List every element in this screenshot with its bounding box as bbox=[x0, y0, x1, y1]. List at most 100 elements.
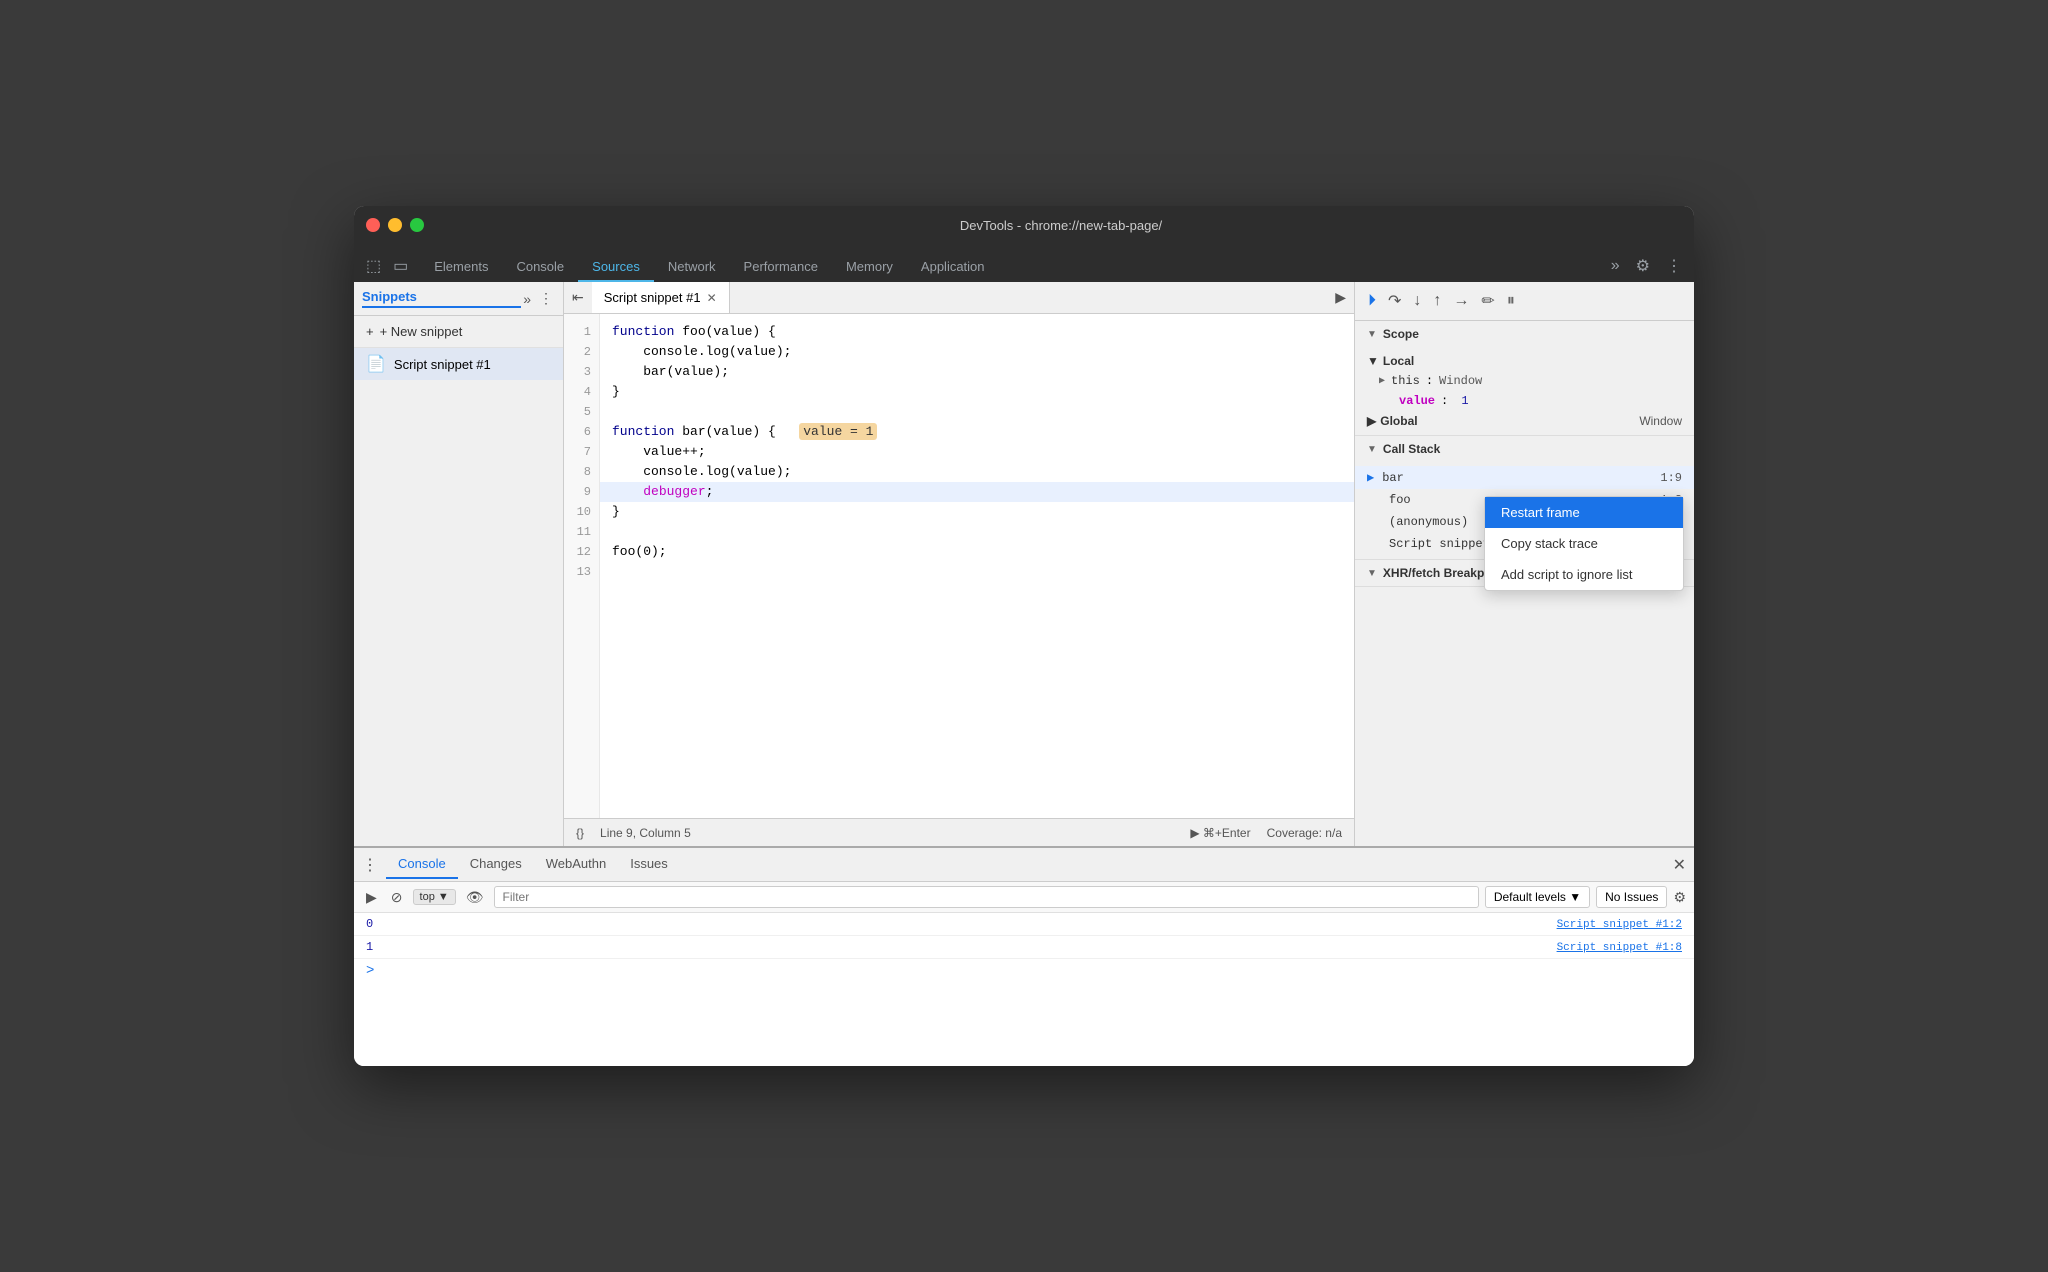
default-levels-button[interactable]: Default levels ▼ bbox=[1485, 886, 1590, 908]
content-area: Snippets » ⋮ + + New snippet 📄 Script sn… bbox=[354, 282, 1694, 846]
line-number-5: 5 bbox=[572, 402, 595, 422]
step-out-button[interactable]: ↑ bbox=[1428, 289, 1446, 313]
tab-webauthn[interactable]: WebAuthn bbox=[534, 850, 618, 879]
cursor-position: Line 9, Column 5 bbox=[600, 826, 691, 840]
tab-memory[interactable]: Memory bbox=[832, 253, 907, 282]
maximize-button[interactable] bbox=[410, 218, 424, 232]
tab-icons: ⬚ ▭ bbox=[362, 254, 412, 282]
line-number-8: 8 bbox=[572, 462, 595, 482]
scope-section-header[interactable]: ▼ Scope bbox=[1355, 321, 1694, 347]
console-value-1: 1 bbox=[366, 940, 373, 954]
snippet-file-icon: 📄 bbox=[366, 354, 386, 374]
chevron-right-icon[interactable]: » bbox=[1607, 255, 1624, 277]
call-stack-section: ▼ Call Stack ▶ bar 1:9 foo bbox=[1355, 436, 1694, 560]
bottom-panel: ⋮ Console Changes WebAuthn Issues ✕ ▶ ⊘ … bbox=[354, 846, 1694, 1066]
line-number-4: 4 bbox=[572, 382, 595, 402]
call-stack-arrow-icon: ▼ bbox=[1367, 444, 1377, 455]
step-into-button[interactable]: ↓ bbox=[1408, 289, 1426, 313]
tab-issues[interactable]: Issues bbox=[618, 850, 680, 879]
snippet-name: Script snippet #1 bbox=[394, 357, 491, 372]
tab-changes[interactable]: Changes bbox=[458, 850, 534, 879]
code-line-13 bbox=[600, 562, 1354, 582]
console-content: 0 Script snippet #1:2 1 Script snippet #… bbox=[354, 913, 1694, 1066]
chevron-right-icon[interactable]: » bbox=[521, 289, 533, 309]
local-scope-header[interactable]: ▼ Local bbox=[1355, 351, 1694, 371]
close-button[interactable] bbox=[366, 218, 380, 232]
window-title: DevTools - chrome://new-tab-page/ bbox=[440, 218, 1682, 233]
settings-icon[interactable]: ⚙ bbox=[1632, 254, 1654, 278]
more-icon[interactable]: ⋮ bbox=[1662, 254, 1686, 278]
code-line-5 bbox=[600, 402, 1354, 422]
tab-sources[interactable]: Sources bbox=[578, 253, 654, 282]
console-settings-icon[interactable]: ⚙ bbox=[1673, 889, 1686, 906]
console-row-0: 0 Script snippet #1:2 bbox=[354, 913, 1694, 936]
cursor-icon[interactable]: ⬚ bbox=[362, 254, 385, 278]
bottom-tab-menu-icon[interactable]: ⋮ bbox=[362, 855, 378, 875]
panel-header-icons: » ⋮ bbox=[521, 288, 555, 309]
code-content: function foo(value) { console.log(value)… bbox=[600, 314, 1354, 818]
no-issues-button[interactable]: No Issues bbox=[1596, 886, 1667, 908]
eye-icon[interactable]: 👁 bbox=[462, 887, 488, 908]
block-icon[interactable]: ⊘ bbox=[387, 887, 407, 908]
tab-performance[interactable]: Performance bbox=[730, 253, 832, 282]
new-snippet-button[interactable]: + + New snippet bbox=[354, 316, 563, 348]
right-panel: ⏵ ↷ ↓ ↑ → ✏ ⏸ ▼ Scope bbox=[1354, 282, 1694, 846]
step-over-button[interactable]: ↷ bbox=[1383, 288, 1406, 314]
deactivate-breakpoints-icon[interactable]: ✏ bbox=[1476, 288, 1499, 314]
line-number-7: 7 bbox=[572, 442, 595, 462]
snippet-item[interactable]: 📄 Script snippet #1 bbox=[354, 348, 563, 380]
tab-application[interactable]: Application bbox=[907, 253, 999, 282]
middle-panel: ⇤ Script snippet #1 ✕ ▶ 1 2 3 4 5 6 bbox=[564, 282, 1354, 846]
step-button[interactable]: → bbox=[1448, 289, 1474, 313]
context-menu: Restart frame Copy stack trace Add scrip… bbox=[1484, 496, 1684, 591]
device-icon[interactable]: ▭ bbox=[389, 254, 412, 278]
run-button[interactable]: ▶ ⌘+Enter bbox=[1190, 826, 1250, 840]
active-frame-icon: ▶ bbox=[1367, 470, 1374, 485]
code-line-8: console.log(value); bbox=[600, 462, 1354, 482]
context-menu-copy-stack-trace[interactable]: Copy stack trace bbox=[1485, 528, 1683, 559]
console-source-1[interactable]: Script snippet #1:8 bbox=[1557, 942, 1682, 954]
debug-toolbar: ⏵ ↷ ↓ ↑ → ✏ ⏸ bbox=[1355, 282, 1694, 321]
format-icon[interactable]: {} bbox=[576, 826, 584, 840]
scope-title: Scope bbox=[1383, 327, 1419, 341]
console-filter-input[interactable] bbox=[494, 886, 1479, 908]
top-context-selector[interactable]: top ▼ bbox=[413, 889, 456, 905]
snippets-tab[interactable]: Snippets bbox=[362, 289, 521, 308]
line-number-10: 10 bbox=[572, 502, 595, 522]
context-menu-add-to-ignore[interactable]: Add script to ignore list bbox=[1485, 559, 1683, 590]
call-stack-header[interactable]: ▼ Call Stack bbox=[1355, 436, 1694, 462]
tab-elements[interactable]: Elements bbox=[420, 253, 502, 282]
editor-tab[interactable]: Script snippet #1 ✕ bbox=[592, 282, 730, 313]
clear-console-icon[interactable]: ▶ bbox=[362, 887, 381, 908]
tab-console-bottom[interactable]: Console bbox=[386, 850, 458, 879]
call-stack-item-bar[interactable]: ▶ bar 1:9 bbox=[1355, 466, 1694, 489]
back-icon[interactable]: ⇤ bbox=[564, 285, 592, 310]
tab-console[interactable]: Console bbox=[502, 253, 578, 282]
close-bottom-panel-icon[interactable]: ✕ bbox=[1673, 855, 1686, 875]
scope-section-content: ▼ Local ▶ this: Window value: bbox=[1355, 347, 1694, 435]
status-bar: {} Line 9, Column 5 ▶ ⌘+Enter Coverage: … bbox=[564, 818, 1354, 846]
code-line-12: foo(0); bbox=[600, 542, 1354, 562]
more-options-icon[interactable]: ⋮ bbox=[537, 288, 555, 309]
minimize-button[interactable] bbox=[388, 218, 402, 232]
pause-on-exception-button[interactable]: ⏸ bbox=[1502, 289, 1520, 313]
console-prompt[interactable]: > bbox=[354, 959, 1694, 983]
console-source-0[interactable]: Script snippet #1:2 bbox=[1557, 919, 1682, 931]
context-menu-restart-frame[interactable]: Restart frame bbox=[1485, 497, 1683, 528]
line-number-2: 2 bbox=[572, 342, 595, 362]
collapse-arrow-icon: ▼ bbox=[1367, 329, 1377, 340]
right-panel-container: ⏵ ↷ ↓ ↑ → ✏ ⏸ ▼ Scope bbox=[1354, 282, 1694, 846]
scope-section: ▼ Scope ▼ Local ▶ this: Window bbox=[1355, 321, 1694, 436]
close-icon[interactable]: ✕ bbox=[707, 291, 717, 305]
editor-tab-name: Script snippet #1 bbox=[604, 290, 701, 305]
resume-button[interactable]: ⏵ bbox=[1363, 289, 1381, 313]
new-snippet-label: + New snippet bbox=[380, 324, 463, 339]
line-number-12: 12 bbox=[572, 542, 595, 562]
global-scope-header[interactable]: ▶ Global Window bbox=[1355, 411, 1694, 431]
line-number-11: 11 bbox=[572, 522, 595, 542]
console-value-0: 0 bbox=[366, 917, 373, 931]
tab-network[interactable]: Network bbox=[654, 253, 730, 282]
line-number-6: 6 bbox=[572, 422, 595, 442]
scope-this-item[interactable]: ▶ this: Window bbox=[1355, 371, 1694, 391]
run-icon[interactable]: ▶ bbox=[1327, 285, 1354, 310]
